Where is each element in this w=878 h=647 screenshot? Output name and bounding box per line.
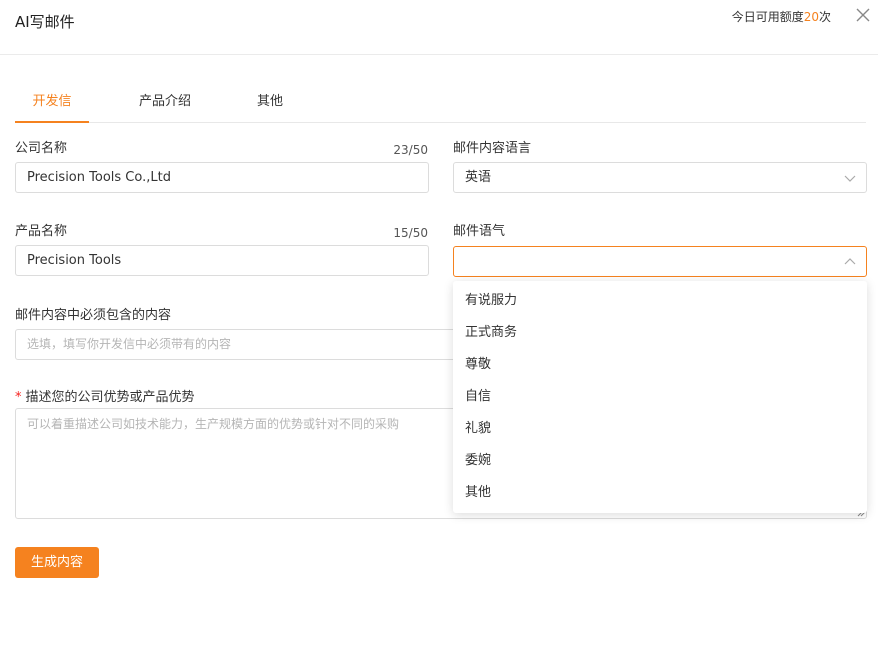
chevron-down-icon <box>844 175 856 182</box>
advantages-label: * 描述您的公司优势或产品优势 <box>15 389 195 407</box>
tone-option-respectful[interactable]: 尊敬 <box>453 349 867 381</box>
daily-quota: 今日可用额度20次 <box>732 8 831 26</box>
tab-bar: 开发信 产品介绍 其他 <box>15 88 866 123</box>
company-name-label: 公司名称 <box>15 141 68 156</box>
tone-dropdown: 有说服力 正式商务 尊敬 自信 礼貌 委婉 其他 <box>453 281 867 513</box>
tone-option-confident[interactable]: 自信 <box>453 381 867 413</box>
dialog-header: AI写邮件 今日可用额度20次 <box>0 0 878 55</box>
tab-label: 开发信 <box>32 94 72 109</box>
dialog-title: AI写邮件 <box>15 13 75 31</box>
company-name-input[interactable]: Precision Tools Co.,Ltd <box>15 162 429 193</box>
chevron-up-icon <box>844 258 856 265</box>
tab-label: 产品介绍 <box>138 94 191 109</box>
product-name-label: 产品名称 <box>15 224 68 239</box>
required-mark: * <box>15 390 22 405</box>
tone-option-other[interactable]: 其他 <box>453 477 867 509</box>
tab-label: 其他 <box>256 94 283 109</box>
tab-product-intro[interactable]: 产品介绍 <box>130 88 200 122</box>
email-language-label: 邮件内容语言 <box>453 141 532 156</box>
tab-cold-email[interactable]: 开发信 <box>15 88 89 123</box>
quota-prefix: 今日可用额度 <box>731 10 804 24</box>
ai-email-dialog: AI写邮件 今日可用额度20次 开发信 产品介绍 其他 公司名称 23/50 P… <box>0 0 878 647</box>
tone-option-formal-business[interactable]: 正式商务 <box>453 317 867 349</box>
email-tone-select[interactable] <box>453 246 867 277</box>
must-include-label: 邮件内容中必须包含的内容 <box>15 308 172 323</box>
quota-suffix: 次 <box>818 10 831 24</box>
quota-value: 20 <box>803 10 819 24</box>
email-language-select[interactable]: 英语 <box>453 162 867 193</box>
email-tone-label: 邮件语气 <box>453 224 506 239</box>
email-language-value: 英语 <box>465 170 492 185</box>
tone-option-polite[interactable]: 礼貌 <box>453 413 867 445</box>
generate-content-button[interactable]: 生成内容 <box>15 547 99 578</box>
tone-option-persuasive[interactable]: 有说服力 <box>453 285 867 317</box>
tab-other[interactable]: 其他 <box>250 88 290 122</box>
close-icon[interactable] <box>853 6 873 26</box>
company-name-counter: 23/50 <box>393 143 428 157</box>
advantages-label-text: 描述您的公司优势或产品优势 <box>25 390 195 405</box>
active-tab-indicator <box>15 121 89 123</box>
product-name-counter: 15/50 <box>393 226 428 240</box>
tone-option-tactful[interactable]: 委婉 <box>453 445 867 477</box>
product-name-input[interactable]: Precision Tools <box>15 245 429 276</box>
